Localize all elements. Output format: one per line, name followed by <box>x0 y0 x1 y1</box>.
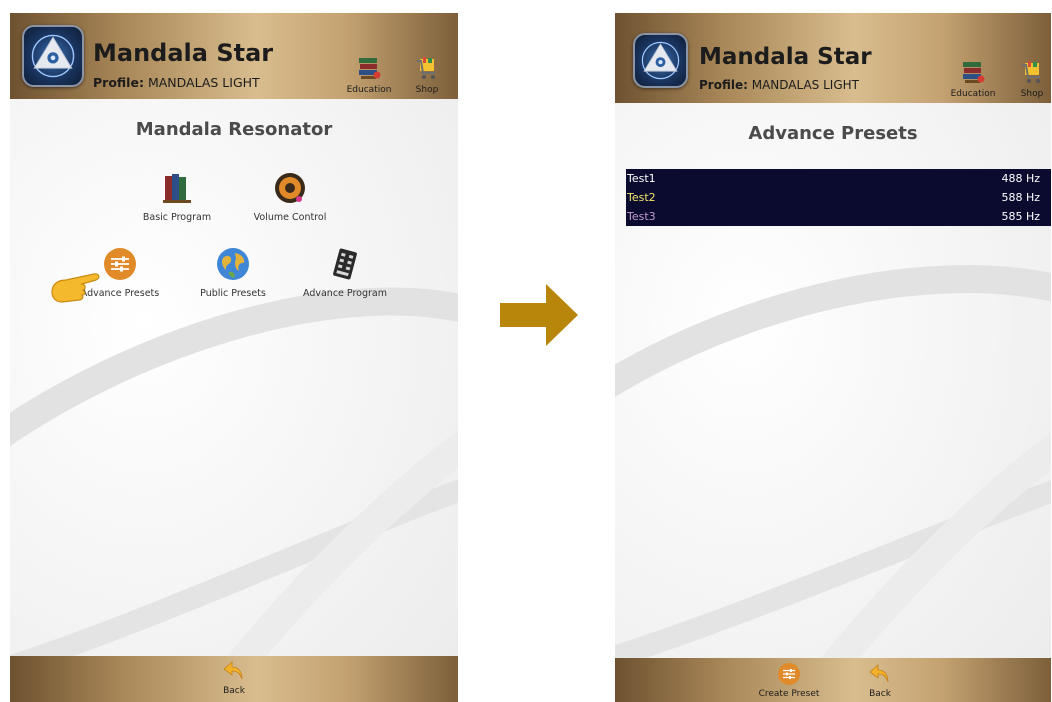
page-title: Mandala Resonator <box>135 119 333 140</box>
profile-name: MANDALAS LIGHT <box>147 75 260 90</box>
speaker-icon <box>275 173 305 203</box>
app-header: Mandala Star Profile: MANDALAS LIGHT Edu… <box>10 13 458 99</box>
profile-label: Profile: <box>93 75 144 90</box>
advance-program-button[interactable]: Advance Program <box>290 246 400 299</box>
preset-frequency: 588 Hz <box>1001 191 1040 204</box>
education-label: Education <box>346 85 392 95</box>
profile-line: Profile: MANDALAS LIGHT <box>93 75 260 90</box>
shop-label: Shop <box>1020 89 1044 99</box>
back-arrow-icon <box>223 661 243 680</box>
globe-icon <box>217 248 249 280</box>
preset-name: Test3 <box>627 210 656 223</box>
preset-row[interactable]: Test3 585 Hz <box>626 207 1051 226</box>
preset-list: Test1 488 Hz Test2 588 Hz Test3 585 Hz <box>626 169 1051 226</box>
app-header: Mandala Star Profile: MANDALAS LIGHT Edu… <box>615 13 1051 103</box>
create-preset-button[interactable]: Create Preset <box>749 662 829 699</box>
app-title: Mandala Star <box>699 44 872 70</box>
shop-button[interactable]: Shop <box>1005 59 1051 99</box>
public-presets-label: Public Presets <box>200 288 266 299</box>
books-icon <box>963 62 985 83</box>
back-button[interactable]: Back <box>194 659 274 696</box>
profile-name: MANDALAS LIGHT <box>751 78 859 92</box>
profile-line: Profile: MANDALAS LIGHT <box>699 78 859 92</box>
profile-label: Profile: <box>699 78 748 92</box>
app-footer: Back <box>10 656 458 702</box>
books-icon <box>359 58 381 79</box>
basic-program-button[interactable]: Basic Program <box>122 170 232 223</box>
back-label: Back <box>869 689 891 699</box>
public-presets-button[interactable]: Public Presets <box>178 246 288 299</box>
screen-advance-presets: Mandala Star Profile: MANDALAS LIGHT Edu… <box>615 13 1051 702</box>
preset-frequency: 488 Hz <box>1001 172 1040 185</box>
education-label: Education <box>950 89 996 99</box>
mandala-star-logo[interactable] <box>633 33 688 88</box>
shop-label: Shop <box>415 85 439 95</box>
background-swoosh <box>10 287 458 702</box>
sliders-icon <box>104 248 136 280</box>
education-button[interactable]: Education <box>946 59 1000 99</box>
screen-mandala-resonator: Mandala Star Profile: MANDALAS LIGHT Edu… <box>10 13 458 702</box>
preset-row[interactable]: Test1 488 Hz <box>626 169 1051 188</box>
education-button[interactable]: Education <box>342 55 396 95</box>
mandala-star-logo[interactable] <box>22 25 84 87</box>
preset-name: Test2 <box>627 191 656 204</box>
shopping-cart-icon <box>1022 61 1040 83</box>
back-button[interactable]: Back <box>840 662 920 699</box>
page-title: Advance Presets <box>748 123 918 144</box>
preset-row-selected[interactable]: Test2 588 Hz <box>626 188 1051 207</box>
shopping-cart-icon <box>417 57 435 79</box>
pointing-hand-icon <box>51 273 100 303</box>
app-title: Mandala Star <box>93 39 274 67</box>
right-arrow-icon <box>500 284 578 346</box>
books-icon <box>163 174 191 203</box>
app-footer: Create Preset Back <box>615 658 1051 702</box>
volume-control-label: Volume Control <box>253 212 327 223</box>
back-arrow-icon <box>869 664 889 683</box>
basic-program-label: Basic Program <box>142 212 212 223</box>
shop-button[interactable]: Shop <box>400 55 454 95</box>
preset-name: Test1 <box>627 172 656 185</box>
advance-program-label: Advance Program <box>303 288 387 299</box>
volume-control-button[interactable]: Volume Control <box>235 170 345 223</box>
sliders-icon <box>778 663 800 685</box>
create-preset-label: Create Preset <box>758 689 820 699</box>
keypad-icon <box>333 248 357 280</box>
background-swoosh <box>615 265 1051 702</box>
preset-frequency: 585 Hz <box>1001 210 1040 223</box>
back-label: Back <box>223 686 245 696</box>
